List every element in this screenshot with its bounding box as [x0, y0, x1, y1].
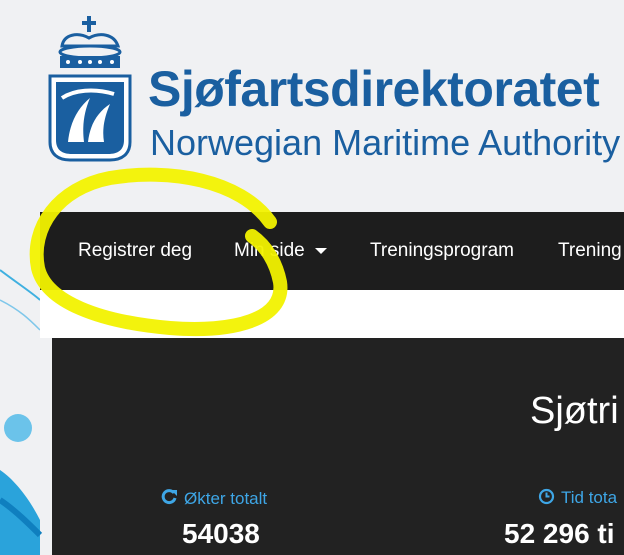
sessions-total-text: Økter totalt [184, 489, 268, 508]
content-top-strip [40, 290, 624, 338]
time-total-value: 52 296 ti [504, 518, 615, 549]
sessions-total-value: 54038 [182, 518, 260, 549]
brand-name: Sjøfartsdirektoratet [148, 61, 600, 117]
stats-panel: Sjøtri Økter totalt 54038 Tid tota 52 29… [52, 338, 624, 555]
nav-my-page-dropdown[interactable]: Min side [234, 212, 327, 290]
brand-subtitle: Norwegian Maritime Authority [150, 122, 621, 163]
nav-my-page-label: Min side [234, 240, 305, 261]
nav-register[interactable]: Registrer deg [78, 212, 192, 290]
stats-title: Sjøtri [530, 390, 619, 432]
sessions-total-label: Økter totalt [160, 488, 267, 509]
nav-training-program[interactable]: Treningsprogram [370, 212, 514, 290]
clock-icon [538, 488, 555, 505]
site-header: Sjøfartsdirektoratet Norwegian Maritime … [0, 0, 624, 212]
refresh-icon [161, 489, 177, 505]
chevron-down-icon [314, 247, 327, 254]
time-total-text: Tid tota [561, 488, 618, 507]
crown-emblem-logo[interactable] [44, 12, 136, 164]
time-total-label: Tid tota [538, 488, 617, 508]
main-navbar: Registrer deg Min side Treningsprogram T… [40, 212, 624, 290]
nav-training[interactable]: Trening [558, 212, 622, 290]
